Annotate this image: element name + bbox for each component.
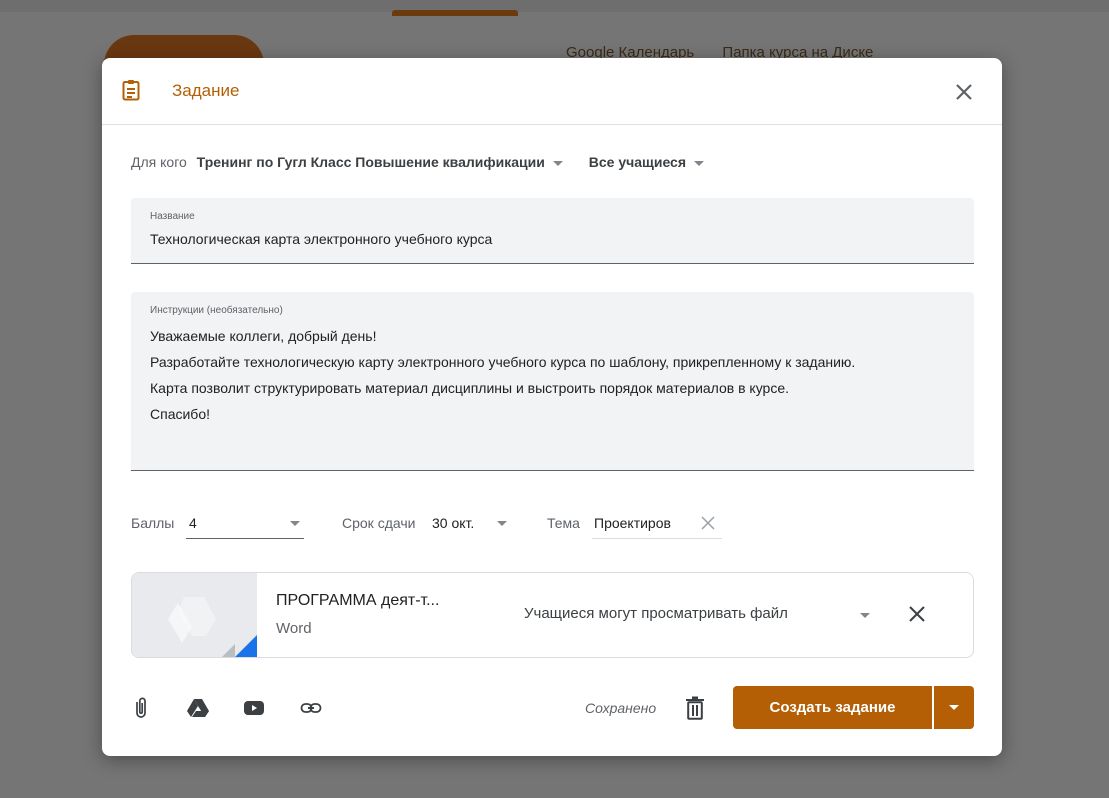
remove-attachment-icon[interactable] [907, 604, 927, 624]
chevron-down-icon[interactable] [290, 521, 300, 526]
title-label: Название [150, 211, 195, 222]
topic-value: Проектиров [594, 515, 671, 531]
attachment-name[interactable]: ПРОГРАММА деят-т... [276, 592, 439, 610]
assignment-icon [122, 79, 140, 106]
create-options-button[interactable] [934, 686, 974, 729]
students-select[interactable]: Все учащиеся [589, 154, 686, 170]
instructions-line: Спасибо! [150, 406, 210, 422]
link-icon[interactable] [299, 696, 323, 720]
saved-status: Сохранено [585, 700, 657, 716]
instructions-line: Карта позволит структурировать материал … [150, 380, 790, 396]
dialog-header: Задание [102, 58, 1002, 125]
points-value: 4 [189, 515, 197, 531]
create-assignment-button[interactable]: Создать задание [733, 686, 932, 729]
attachment-card[interactable]: ПРОГРАММА деят-т... Word Учащиеся могут … [131, 572, 974, 658]
topic-label: Тема [547, 515, 580, 531]
chevron-down-icon[interactable] [497, 521, 507, 526]
title-input[interactable]: Технологическая карта электронного учебн… [150, 231, 492, 247]
instructions-input[interactable]: Уважаемые коллеги, добрый день! Разработ… [150, 323, 855, 427]
instructions-field[interactable]: Инструкции (необязательно) Уважаемые кол… [131, 292, 974, 471]
google-drive-icon[interactable] [186, 696, 210, 720]
dialog-footer: Сохранено Создать задание [102, 686, 1002, 730]
assignment-dialog: Задание Для кого Тренинг по Гугл Класс П… [102, 58, 1002, 756]
title-field[interactable]: Название Технологическая карта электронн… [131, 198, 974, 264]
permission-select[interactable]: Учащиеся могут просматривать файл [524, 605, 788, 622]
meta-row: Баллы 4 Срок сдачи 30 окт. Тема Проектир… [131, 510, 991, 540]
chevron-down-icon[interactable] [694, 160, 705, 166]
close-icon[interactable] [950, 78, 978, 106]
points-select[interactable]: 4 [186, 510, 304, 539]
topic-input[interactable]: Проектиров [592, 510, 722, 539]
top-bar [0, 0, 1109, 12]
for-row: Для кого Тренинг по Гугл Класс Повышение… [131, 154, 705, 170]
active-tab-indicator [392, 10, 518, 16]
due-label: Срок сдачи [342, 515, 416, 531]
trash-icon[interactable] [684, 696, 706, 720]
instructions-line: Уважаемые коллеги, добрый день! [150, 328, 377, 344]
youtube-icon[interactable] [242, 696, 266, 720]
for-label: Для кого [131, 154, 187, 170]
attachment-type: Word [276, 620, 312, 637]
instructions-line: Разработайте технологическую карту элект… [150, 354, 856, 370]
dialog-title: Задание [172, 81, 240, 100]
points-label: Баллы [131, 515, 175, 531]
attachment-thumbnail [132, 573, 257, 657]
chevron-down-icon[interactable] [860, 613, 870, 618]
chevron-down-icon[interactable] [552, 160, 563, 166]
paperclip-icon[interactable] [129, 696, 153, 720]
chevron-down-icon [949, 705, 959, 710]
clear-icon[interactable] [699, 514, 717, 535]
due-select[interactable]: 30 окт. [432, 515, 474, 531]
instructions-label: Инструкции (необязательно) [150, 305, 283, 316]
course-select[interactable]: Тренинг по Гугл Класс Повышение квалифик… [197, 154, 545, 170]
